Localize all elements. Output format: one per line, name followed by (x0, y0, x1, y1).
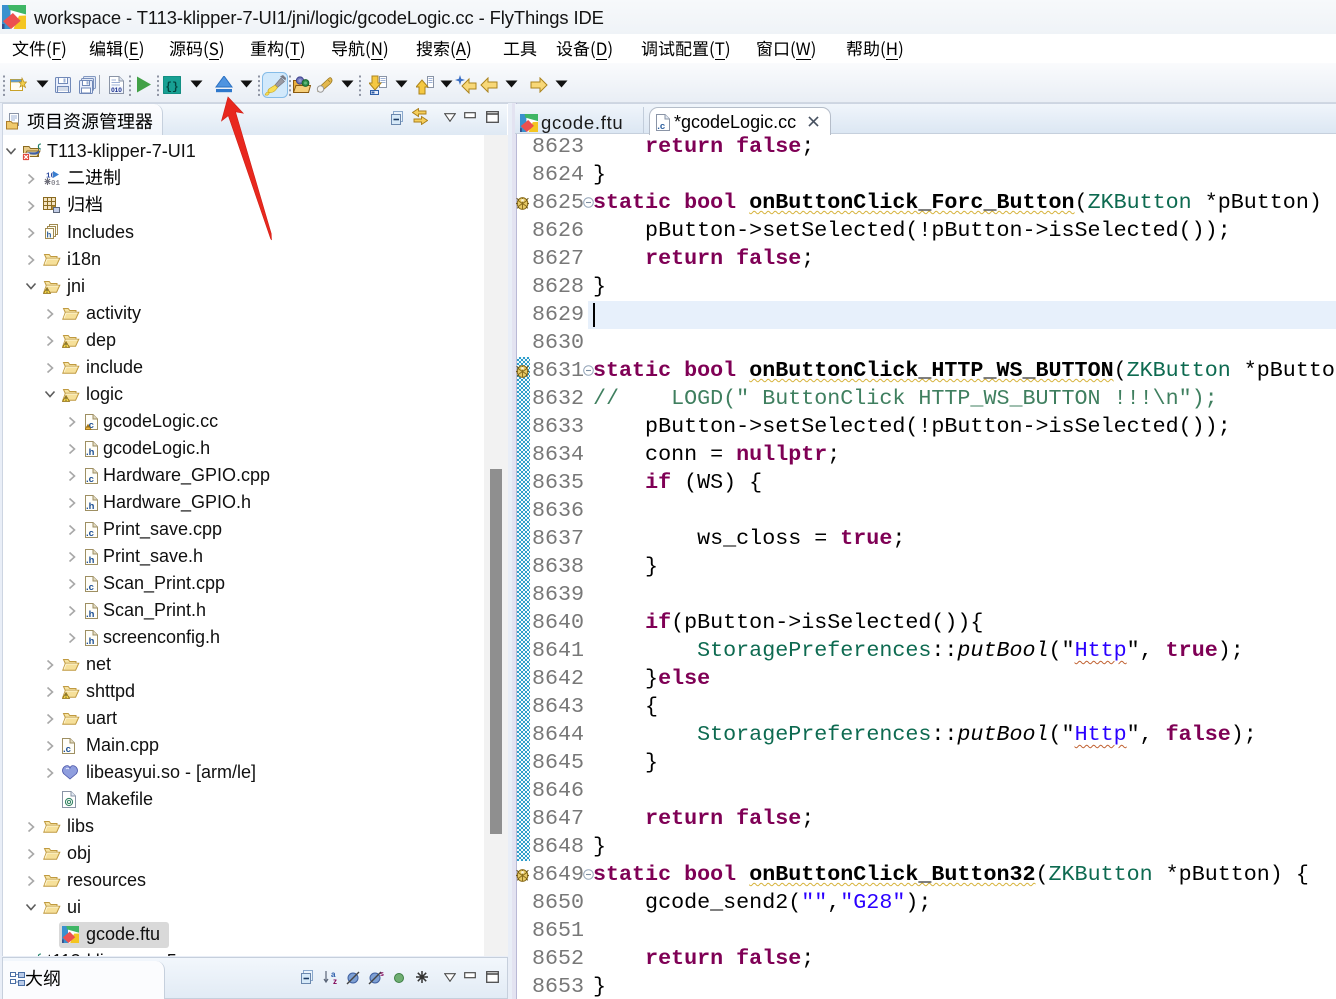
svg-text:.c: .c (86, 582, 94, 592)
svg-text:.c: .c (86, 528, 94, 538)
svg-text:.h: .h (86, 501, 95, 511)
svg-text:.h: .h (86, 555, 95, 565)
svg-text:z: z (333, 977, 337, 985)
svg-text:.h: .h (86, 609, 95, 619)
svg-text:.h: .h (86, 447, 95, 457)
svg-text:h: h (47, 231, 52, 240)
svg-text:.c: .c (63, 744, 71, 754)
svg-text:010: 010 (111, 87, 122, 94)
svg-text:{}: {} (165, 82, 178, 94)
svg-text:C: C (38, 143, 42, 152)
svg-text:01: 01 (51, 180, 61, 187)
svg-text:.h: .h (86, 636, 95, 646)
svg-text:s: s (380, 971, 384, 978)
svg-text:.c: .c (657, 121, 665, 131)
svg-text:.c: .c (86, 474, 94, 484)
